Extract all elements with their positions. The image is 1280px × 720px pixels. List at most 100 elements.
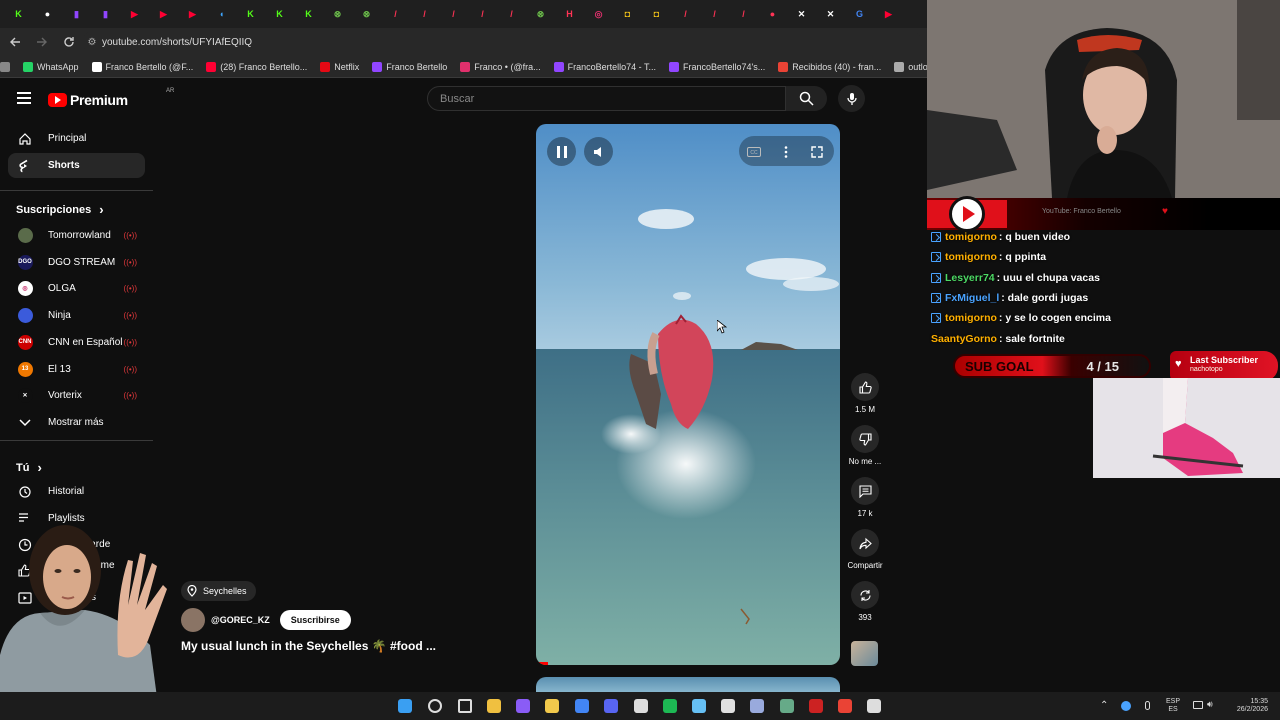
volume-icon[interactable]: 🔊︎ [1207, 699, 1213, 710]
browser-tab[interactable]: / [700, 0, 729, 28]
browser-tab[interactable]: ✕ [787, 0, 816, 28]
chevron-up-icon[interactable]: ⌃ [1100, 700, 1108, 711]
app-icon[interactable] [516, 699, 530, 713]
language-indicator[interactable]: ESP ES [1162, 692, 1184, 720]
browser-tab[interactable]: ▶ [874, 0, 903, 28]
menu-icon[interactable] [17, 92, 31, 104]
bookmark-item[interactable]: Recibidos (40) - fran... [778, 61, 881, 72]
subscription-item[interactable]: DGO DGO STREAM ((•)) [8, 250, 145, 275]
subscribe-button[interactable]: Suscribirse [279, 610, 351, 630]
browser-tab[interactable]: ⊗ [323, 0, 352, 28]
like-action[interactable]: 1.5 M [846, 373, 884, 414]
bookmark-item[interactable]: FrancoBertello74 - T... [553, 61, 656, 72]
spotify-icon[interactable] [663, 699, 677, 713]
bookmark-item[interactable]: Franco • (@fra... [460, 61, 541, 72]
clock[interactable]: 15:35 26/2/2026 [1224, 692, 1268, 720]
chrome-icon[interactable] [838, 699, 852, 713]
subscriptions-heading[interactable]: Suscripciones › [16, 202, 104, 217]
browser-tab[interactable]: H [555, 0, 584, 28]
comments-action[interactable]: 17 k [846, 477, 884, 518]
browser-tab[interactable]: ⊗ [352, 0, 381, 28]
browser-tab[interactable]: ▶ [120, 0, 149, 28]
browser-tab[interactable]: / [439, 0, 468, 28]
browser-tab[interactable]: ● [33, 0, 62, 28]
more-options-button[interactable] [771, 137, 800, 166]
app-icon[interactable] [809, 699, 823, 713]
bookmark-item[interactable]: outlook [894, 61, 927, 72]
dislike-action[interactable]: No me ... [846, 425, 884, 466]
browser-tab[interactable]: ◎ [584, 0, 613, 28]
browser-tab[interactable]: / [381, 0, 410, 28]
you-heading[interactable]: Tú › [16, 460, 42, 475]
browser-tab[interactable]: ✕ [816, 0, 845, 28]
app-icon[interactable] [780, 699, 794, 713]
captions-button[interactable]: CC [739, 137, 768, 166]
browser-tab[interactable]: K [265, 0, 294, 28]
bookmark-item[interactable] [0, 61, 10, 72]
short-video[interactable]: CC [536, 124, 840, 665]
volume-button[interactable] [584, 137, 613, 166]
sound-thumbnail[interactable] [851, 641, 878, 666]
subscription-item[interactable]: Ninja ((•)) [8, 303, 145, 328]
reload-button[interactable] [57, 30, 81, 54]
windows-start-icon[interactable] [398, 699, 412, 713]
browser-tab[interactable]: / [410, 0, 439, 28]
sidebar-item-you[interactable]: Historial [8, 479, 145, 504]
browser-tab[interactable]: ◖ [207, 0, 236, 28]
address-bar[interactable]: ⚙ youtube.com/shorts/UFYIAfEQIIQ [82, 31, 922, 53]
browser-tab[interactable]: ▶ [149, 0, 178, 28]
mic-icon[interactable] [1145, 701, 1150, 710]
browser-tab[interactable]: K [236, 0, 265, 28]
discord-icon[interactable] [604, 699, 618, 713]
subscription-item[interactable]: Tomorrowland ((•)) [8, 223, 145, 248]
task-view-icon[interactable] [458, 699, 472, 713]
share-action[interactable]: Compartir [846, 529, 884, 570]
app-icon[interactable] [867, 699, 881, 713]
obs-icon[interactable] [634, 699, 648, 713]
browser-tab[interactable]: / [497, 0, 526, 28]
bookmark-item[interactable]: FrancoBertello74's... [668, 61, 765, 72]
next-short-preview[interactable] [536, 677, 840, 692]
bookmark-item[interactable]: Franco Bertello [372, 61, 447, 72]
sidebar-item-shorts[interactable]: Shorts [8, 153, 145, 178]
sidebar-item-principal[interactable]: Principal [8, 126, 145, 151]
site-info-icon[interactable]: ⚙ [82, 37, 102, 48]
app-icon[interactable] [721, 699, 735, 713]
store-icon[interactable] [487, 699, 501, 713]
subscription-item[interactable]: CNN CNN en Español ((•)) [8, 330, 145, 355]
subscription-item[interactable]: 13 El 13 ((•)) [8, 357, 145, 382]
search-icon[interactable] [428, 699, 442, 713]
remix-action[interactable]: 393 [846, 581, 884, 622]
browser-tab[interactable]: ▶ [178, 0, 207, 28]
channel-name[interactable]: @GOREC_KZ [211, 615, 270, 625]
browser-tab[interactable]: K [294, 0, 323, 28]
browser-tab[interactable]: ⊗ [526, 0, 555, 28]
subscription-item[interactable]: ◎ OLGA ((•)) [8, 276, 145, 301]
browser-tab[interactable]: / [729, 0, 758, 28]
network-icon[interactable] [1121, 701, 1131, 711]
fullscreen-button[interactable] [802, 137, 831, 166]
show-more-button[interactable]: Mostrar más [8, 410, 145, 435]
browser-tab[interactable]: / [671, 0, 700, 28]
subscription-item[interactable]: ✕ Vorterix ((•)) [8, 383, 145, 408]
short-title[interactable]: My usual lunch in the Seychelles 🌴 #food… [181, 639, 436, 653]
app-icon[interactable] [750, 699, 764, 713]
browser-tab[interactable]: ◘ [613, 0, 642, 28]
chrome-icon[interactable] [575, 699, 589, 713]
location-chip[interactable]: Seychelles [181, 581, 256, 601]
browser-tab[interactable]: ● [758, 0, 787, 28]
browser-tab[interactable]: ▮ [62, 0, 91, 28]
bookmark-item[interactable]: Netflix [320, 61, 359, 72]
bookmark-item[interactable]: Franco Bertello (@F... [91, 61, 193, 72]
bookmark-item[interactable]: (28) Franco Bertello... [206, 61, 307, 72]
browser-tab[interactable]: ▮ [91, 0, 120, 28]
wifi-icon[interactable] [1193, 701, 1203, 709]
file-explorer-icon[interactable] [545, 699, 559, 713]
forward-button[interactable] [30, 30, 54, 54]
steam-icon[interactable] [692, 699, 706, 713]
voice-search-button[interactable] [838, 85, 865, 112]
browser-tab[interactable]: ◘ [642, 0, 671, 28]
youtube-logo[interactable]: Premium AR [48, 88, 174, 108]
bookmark-item[interactable]: WhatsApp [23, 61, 79, 72]
browser-tab[interactable]: G [845, 0, 874, 28]
